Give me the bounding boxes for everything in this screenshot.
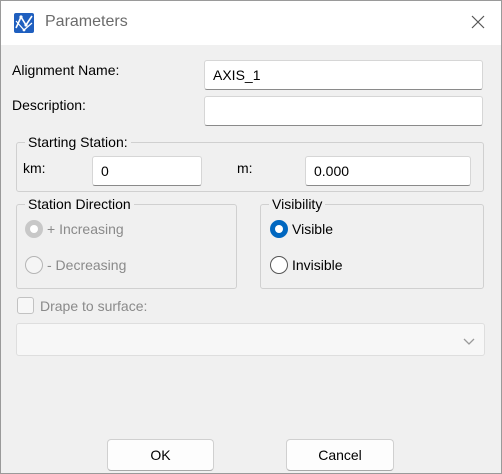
network-app-icon: [13, 12, 35, 34]
decreasing-radio[interactable]: - Decreasing: [25, 256, 126, 274]
checkbox-box: [17, 297, 34, 314]
radio-indicator: [25, 256, 43, 274]
description-input[interactable]: [204, 96, 483, 126]
alignment-name-input[interactable]: AXIS_1: [204, 60, 483, 90]
cancel-button[interactable]: Cancel: [286, 439, 394, 471]
visibility-title: Visibility: [269, 195, 326, 213]
drape-to-surface-checkbox[interactable]: Drape to surface:: [17, 297, 147, 314]
invisible-radio[interactable]: Invisible: [270, 256, 343, 274]
m-input[interactable]: 0.000: [305, 156, 471, 186]
station-direction-group: Station Direction: [16, 195, 237, 289]
km-input[interactable]: 0: [92, 156, 202, 186]
close-button[interactable]: [455, 1, 501, 45]
drape-to-surface-label: Drape to surface:: [40, 297, 148, 314]
invisible-label: Invisible: [292, 257, 343, 273]
visible-label: Visible: [292, 221, 333, 237]
m-label: m:: [237, 160, 253, 176]
starting-station-title: Starting Station:: [25, 133, 131, 151]
increasing-radio[interactable]: + Increasing: [25, 220, 124, 238]
close-icon: [471, 15, 485, 32]
parameters-dialog: Parameters Alignment Name: AXIS_1 Descri…: [0, 0, 502, 474]
title-bar: Parameters: [1, 1, 501, 45]
km-label: km:: [23, 160, 46, 176]
alignment-name-label: Alignment Name:: [12, 62, 120, 78]
radio-indicator: [25, 220, 43, 238]
radio-indicator: [270, 256, 288, 274]
ok-button[interactable]: OK: [107, 439, 214, 471]
visible-radio[interactable]: Visible: [270, 220, 333, 238]
description-label: Description:: [12, 97, 86, 113]
window-title: Parameters: [45, 13, 128, 30]
decreasing-label: - Decreasing: [47, 257, 127, 273]
radio-indicator: [270, 220, 288, 238]
station-direction-title: Station Direction: [25, 195, 134, 213]
increasing-label: + Increasing: [47, 221, 124, 237]
surface-dropdown[interactable]: [16, 323, 485, 356]
chevron-down-icon: [462, 334, 476, 346]
visibility-group: Visibility: [260, 195, 484, 289]
